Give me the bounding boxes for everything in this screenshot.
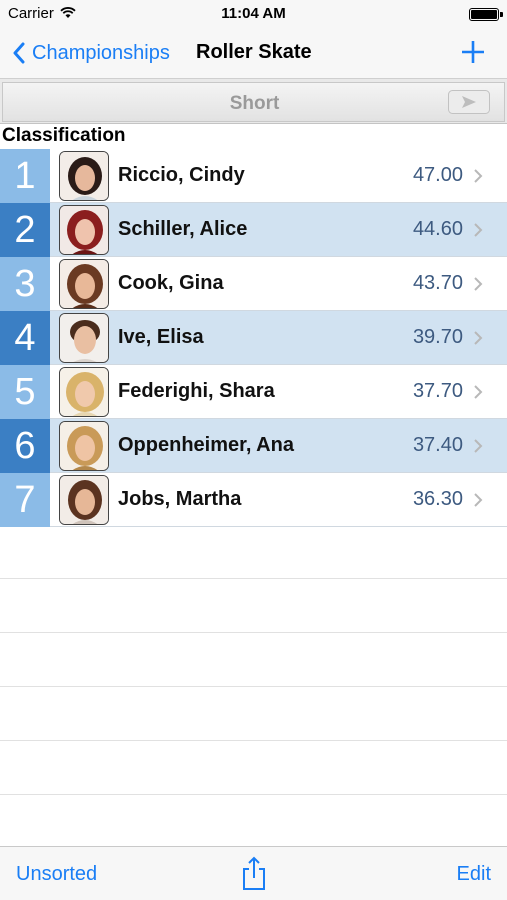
athlete-score: 47.00 xyxy=(412,164,463,186)
unsorted-button[interactable]: Unsorted xyxy=(16,863,97,886)
avatar xyxy=(59,151,109,201)
program-bar: Short xyxy=(0,78,507,124)
avatar xyxy=(59,205,109,255)
athlete-name: Oppenheimer, Ana xyxy=(118,434,294,456)
empty-row-divider xyxy=(0,686,507,687)
chevron-right-icon xyxy=(474,493,483,507)
rank-badge: 5 xyxy=(0,365,50,419)
athlete-name: Schiller, Alice xyxy=(118,218,248,240)
rank-badge: 1 xyxy=(0,149,50,203)
empty-row-divider xyxy=(0,578,507,579)
bottom-toolbar: Unsorted Edit xyxy=(0,846,507,900)
chevron-right-icon xyxy=(474,385,483,399)
rank-badge: 6 xyxy=(0,419,50,473)
send-icon[interactable] xyxy=(448,90,490,114)
athlete-name: Federighi, Shara xyxy=(118,380,275,402)
chevron-left-icon xyxy=(13,42,25,64)
athlete-name: Cook, Gina xyxy=(118,272,224,294)
chevron-right-icon xyxy=(474,223,483,237)
avatar xyxy=(59,421,109,471)
table-row[interactable]: 4 Ive, Elisa 39.70 xyxy=(0,311,507,365)
share-icon[interactable] xyxy=(240,855,268,891)
athlete-score: 37.70 xyxy=(412,380,463,402)
athlete-name: Riccio, Cindy xyxy=(118,164,245,186)
edit-button[interactable]: Edit xyxy=(457,863,491,886)
avatar xyxy=(59,313,109,363)
battery-icon xyxy=(469,8,503,21)
table-row[interactable]: 5 Federighi, Shara 37.70 xyxy=(0,365,507,419)
empty-row-divider xyxy=(0,740,507,741)
rank-badge: 2 xyxy=(0,203,50,257)
rank-badge: 7 xyxy=(0,473,50,527)
empty-row-divider xyxy=(0,794,507,795)
status-bar: Carrier 11:04 AM xyxy=(0,0,507,28)
athlete-name: Ive, Elisa xyxy=(118,326,204,348)
program-selector[interactable]: Short xyxy=(2,82,505,122)
chevron-right-icon xyxy=(474,331,483,345)
athlete-name: Jobs, Martha xyxy=(118,488,242,510)
back-button[interactable]: Championships xyxy=(12,38,170,68)
empty-row-divider xyxy=(0,632,507,633)
rank-badge: 3 xyxy=(0,257,50,311)
table-row[interactable]: 6 Oppenheimer, Ana 37.40 xyxy=(0,419,507,473)
rank-badge: 4 xyxy=(0,311,50,365)
avatar xyxy=(59,259,109,309)
chevron-right-icon xyxy=(474,277,483,291)
table-row[interactable]: 3 Cook, Gina 43.70 xyxy=(0,257,507,311)
avatar xyxy=(59,367,109,417)
chevron-right-icon xyxy=(474,439,483,453)
athlete-score: 36.30 xyxy=(412,488,463,510)
section-header: Classification xyxy=(2,125,126,146)
page-title: Roller Skate xyxy=(196,41,312,63)
avatar xyxy=(59,475,109,525)
chevron-right-icon xyxy=(474,169,483,183)
athlete-score: 43.70 xyxy=(412,272,463,294)
back-button-label: Championships xyxy=(32,41,170,64)
plus-icon[interactable] xyxy=(459,38,487,66)
table-row[interactable]: 7 Jobs, Martha 36.30 xyxy=(0,473,507,527)
table-row[interactable]: 1 Riccio, Cindy 47.00 xyxy=(0,149,507,203)
navigation-bar: Championships Roller Skate xyxy=(0,28,507,78)
athlete-score: 39.70 xyxy=(412,326,463,348)
status-time: 11:04 AM xyxy=(221,5,286,22)
athlete-score: 44.60 xyxy=(412,218,463,240)
program-label: Short xyxy=(229,93,280,114)
table-row[interactable]: 2 Schiller, Alice 44.60 xyxy=(0,203,507,257)
athlete-score: 37.40 xyxy=(412,434,463,456)
